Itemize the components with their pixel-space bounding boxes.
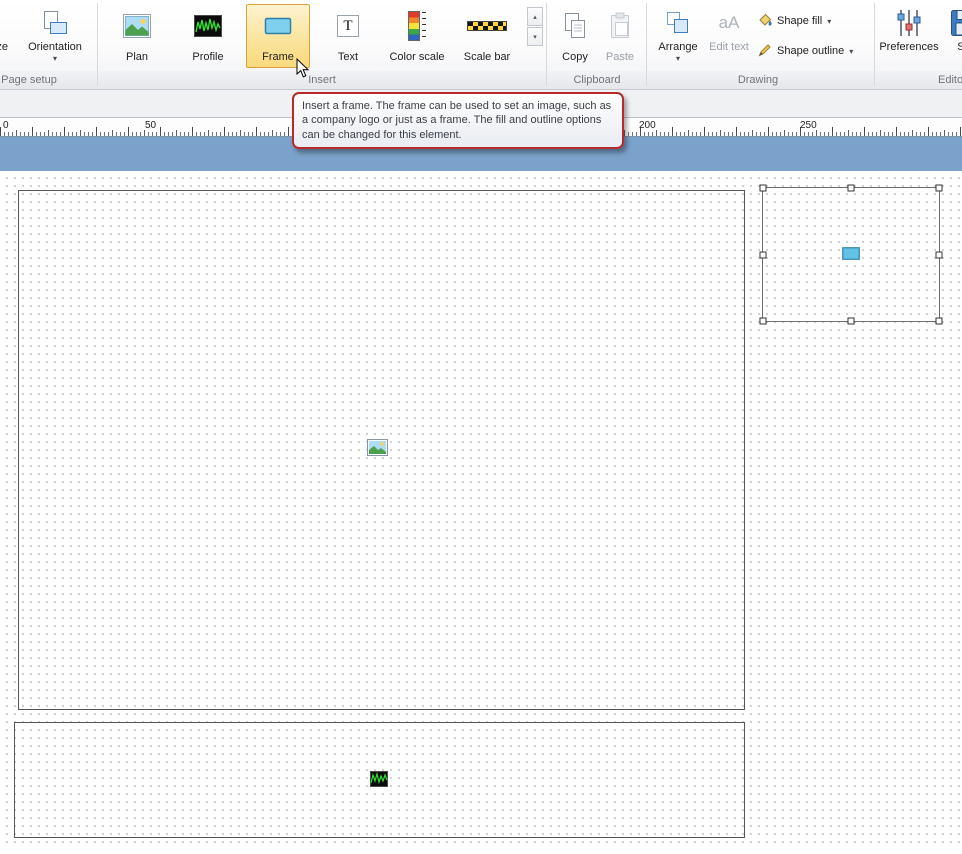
edit-text-label: Edit text: [709, 41, 749, 53]
arrange-label: Arrange: [658, 41, 697, 53]
page-size-button[interactable]: ize: [0, 4, 28, 68]
resize-handle[interactable]: [760, 185, 767, 192]
application-window: ize Orientation ▾ Page setup: [0, 0, 962, 854]
chevron-down-icon: ▾: [676, 54, 680, 63]
ribbon: ize Orientation ▾ Page setup: [0, 0, 962, 90]
insert-color-scale-label: Color scale: [389, 51, 444, 63]
group-separator: [646, 3, 647, 86]
shape-outline-label: Shape outline: [777, 45, 844, 57]
shape-outline-button[interactable]: Shape outline ▾: [758, 42, 853, 60]
gallery-up-icon: ▴: [533, 13, 537, 21]
group-label-editor: Edito: [938, 74, 962, 86]
copy-icon: [563, 8, 587, 44]
orientation-button[interactable]: Orientation ▾: [26, 4, 84, 68]
insert-scale-bar-button[interactable]: Scale bar: [453, 4, 521, 68]
chevron-down-icon: ▾: [827, 17, 831, 26]
resize-handle[interactable]: [936, 251, 943, 258]
profile-placeholder-icon: [370, 771, 388, 790]
insert-text-button[interactable]: T Text: [316, 4, 380, 68]
resize-handle[interactable]: [936, 185, 943, 192]
gallery-down-button[interactable]: ▾: [527, 27, 543, 46]
layout-canvas[interactable]: [0, 171, 962, 854]
shape-fill-button[interactable]: Shape fill ▾: [758, 12, 831, 30]
arrange-icon: [665, 7, 691, 39]
sliders-icon: [896, 7, 922, 39]
gallery-down-icon: ▾: [533, 33, 537, 41]
group-separator: [97, 3, 98, 86]
mouse-cursor-icon: [296, 58, 310, 82]
group-label-page-setup: Page setup: [0, 74, 58, 86]
tooltip: Insert a frame. The frame can be used to…: [292, 92, 624, 149]
insert-gallery-scroll: ▴ ▾: [527, 7, 543, 46]
profile-waveform-icon: [194, 8, 222, 44]
page-size-label: ize: [0, 41, 8, 53]
gallery-up-button[interactable]: ▴: [527, 7, 543, 26]
insert-color-scale-button[interactable]: Color scale: [385, 4, 449, 68]
paste-label: Paste: [606, 51, 634, 63]
copy-button[interactable]: Copy: [552, 4, 598, 68]
arrange-button[interactable]: Arrange ▾: [652, 4, 704, 68]
selected-frame[interactable]: [762, 187, 940, 322]
group-label-clipboard: Clipboard: [557, 74, 637, 86]
ribbon-label-strip: [0, 71, 962, 89]
chevron-down-icon: ▾: [849, 47, 853, 56]
chevron-down-icon: ▾: [53, 54, 57, 63]
save-icon: [950, 7, 962, 39]
tooltip-text: Insert a frame. The frame can be used to…: [302, 100, 611, 141]
pencil-icon: [758, 43, 772, 60]
paste-button[interactable]: Paste: [597, 4, 643, 68]
resize-handle[interactable]: [848, 185, 855, 192]
orientation-icon: [42, 7, 68, 39]
group-separator: [874, 3, 875, 86]
scale-bar-icon: [467, 8, 507, 44]
insert-plan-button[interactable]: Plan: [105, 4, 169, 68]
paint-bucket-icon: [758, 13, 772, 30]
edit-text-icon: aA: [719, 7, 740, 39]
ruler-label: 50: [145, 120, 156, 131]
group-separator: [546, 3, 547, 86]
insert-profile-button[interactable]: Profile: [176, 4, 240, 68]
frame-placeholder-icon: [842, 247, 860, 263]
save-label: Sa: [957, 41, 962, 53]
insert-text-label: Text: [338, 51, 358, 63]
paste-icon: [609, 8, 631, 44]
page-edge: [0, 845, 962, 854]
frame-rect-icon: [264, 8, 292, 44]
insert-plan-label: Plan: [126, 51, 148, 63]
plan-placeholder-icon: [367, 439, 388, 459]
resize-handle[interactable]: [848, 318, 855, 325]
save-button[interactable]: Sa: [942, 4, 962, 68]
plan-image-icon: [123, 8, 151, 44]
insert-frame-label: Frame: [262, 51, 294, 63]
group-label-drawing: Drawing: [718, 74, 798, 86]
ruler-label: 0: [3, 120, 9, 131]
orientation-label: Orientation: [28, 41, 82, 53]
edit-text-button[interactable]: aA Edit text: [704, 4, 754, 68]
insert-profile-label: Profile: [192, 51, 223, 63]
preferences-button[interactable]: Preferences: [880, 4, 938, 68]
resize-handle[interactable]: [760, 251, 767, 258]
copy-label: Copy: [562, 51, 588, 63]
color-scale-icon: [408, 8, 426, 44]
shape-fill-label: Shape fill: [777, 15, 822, 27]
ruler-label: 200: [639, 120, 656, 131]
resize-handle[interactable]: [760, 318, 767, 325]
ruler-label: 250: [800, 120, 817, 131]
preferences-label: Preferences: [879, 41, 938, 53]
resize-handle[interactable]: [936, 318, 943, 325]
insert-scale-bar-label: Scale bar: [464, 51, 510, 63]
text-icon: T: [337, 8, 359, 44]
